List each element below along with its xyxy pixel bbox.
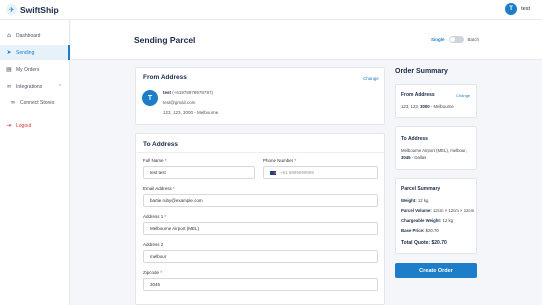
base-price-line: Base Price: $20.70 [401, 228, 439, 233]
avatar[interactable]: T [505, 3, 518, 15]
to-address-title: To Address [143, 141, 179, 148]
total-quote-line: Total Quote: $20.70 [401, 240, 447, 246]
sender-phone: (+61978978978797) [172, 90, 213, 95]
sender-address: 123, 123, 3000 - Melbourne [163, 110, 219, 115]
create-order-button[interactable]: Create Order [395, 263, 477, 278]
link-icon: ∞ [10, 98, 16, 106]
sender-name: test [163, 90, 172, 95]
sidebar-item-sending[interactable]: ➤ Sending [0, 45, 70, 60]
sidebar-item-logout[interactable]: ⇥ Logout [0, 118, 70, 133]
total-value: $20.70 [431, 240, 447, 246]
phone-label: Phone Number * [263, 158, 296, 163]
from-address-title: From Address [143, 74, 187, 81]
sender-avatar: T [142, 90, 158, 106]
sidebar-item-my-orders[interactable]: ▤ My Orders [0, 62, 70, 77]
label-text: Zipcode [143, 270, 160, 275]
label-text: Full Name [143, 158, 164, 163]
sidebar-item-label: My Orders [16, 66, 40, 73]
phone-placeholder: +61 9999999999 [280, 170, 314, 175]
chargeable-value: 12 kg [442, 218, 453, 223]
phone-input[interactable]: +61 9999999999 [263, 166, 378, 179]
flag-icon[interactable] [270, 170, 276, 175]
toggle-knob [449, 37, 455, 42]
zipcode-label: Zipcode * [143, 270, 162, 275]
sidebar-item-label: Sending [16, 49, 35, 56]
link-icon: ∞ [6, 82, 12, 90]
summary-from-change-link[interactable]: Change [456, 93, 470, 98]
sidebar: ⌂ Dashboard ➤ Sending ▤ My Orders ∞ Inte… [0, 20, 70, 305]
parcel-summary-title: Parcel Summary [401, 186, 441, 192]
volume-label: Parcel Volume: [401, 208, 432, 213]
address1-label: Address 1 * [143, 214, 166, 219]
toggle-label-single[interactable]: Single [431, 37, 445, 42]
sidebar-item-label: Integrations [16, 83, 43, 90]
sidebar-item-label: Connect Stores [20, 99, 55, 106]
required-mark: * [160, 270, 163, 275]
from-address-change-link[interactable]: Change [363, 76, 379, 81]
summary-to-line2: 3045 - Dallas [401, 155, 426, 160]
summary-from-card [395, 84, 477, 118]
weight-line: Weight: 12 kg [401, 198, 428, 203]
to-suffix: - Dallas [410, 155, 427, 160]
full-name-input[interactable]: test test [143, 166, 255, 179]
summary-from-address: 123, 123, 3000 - Melbourne [401, 104, 454, 109]
addr-prefix: 123, 123, [401, 104, 421, 109]
toggle-label-batch[interactable]: Batch [468, 37, 480, 42]
required-mark: * [294, 158, 297, 163]
user-menu[interactable]: T test [505, 3, 530, 15]
home-icon: ⌂ [7, 31, 11, 39]
page-title: Sending Parcel [134, 35, 196, 45]
summary-to-title: To Address [401, 136, 428, 142]
address2-label: Address 2 [143, 242, 164, 247]
chevron-up-icon: ⌃ [57, 83, 62, 90]
mode-toggle[interactable] [448, 36, 464, 43]
send-icon: ➤ [6, 48, 12, 56]
app-logo[interactable]: ✈ SwiftShip [6, 4, 59, 15]
volume-line: Parcel Volume: 12cm × 12cm × 12cm [401, 208, 474, 213]
user-name: test [521, 6, 530, 12]
email-label: Email Address * [143, 186, 175, 191]
weight-label: Weight: [401, 198, 417, 203]
sidebar-item-label: Dashboard [16, 32, 41, 39]
chargeable-label: Chargeable Weight: [401, 218, 442, 223]
zipcode-input[interactable]: 3045 [143, 278, 378, 291]
base-price-value: $20.70 [425, 228, 439, 233]
label-text: Email Address [143, 186, 172, 191]
sidebar-item-integrations[interactable]: ∞ Integrations ⌃ [0, 79, 70, 94]
email-input[interactable]: bartie.ruby@example.com [143, 194, 378, 207]
summary-from-title: From Address [401, 92, 435, 98]
addr-zip: 3000 [420, 104, 430, 109]
address1-input[interactable]: Melbourne Airport (MEL) [143, 222, 378, 235]
summary-to-line1: Melbourne Airport (MEL), melbour, [401, 148, 467, 153]
logout-icon: ⇥ [6, 121, 12, 129]
sidebar-item-dashboard[interactable]: ⌂ Dashboard [0, 28, 70, 43]
to-zip: 3045 [401, 155, 411, 160]
required-mark: * [173, 186, 175, 191]
plane-icon: ✈ [6, 4, 17, 15]
label-text: Phone Number [263, 158, 294, 163]
top-bar: ✈ SwiftShip T test [0, 0, 542, 20]
base-price-label: Base Price: [401, 228, 425, 233]
sender-email: test@gmail.com [163, 100, 196, 105]
orders-icon: ▤ [6, 65, 12, 73]
total-label: Total Quote: [401, 240, 431, 246]
sender-name-line: test (+61978978978797) [163, 90, 213, 95]
chargeable-line: Chargeable Weight: 12 kg [401, 218, 453, 223]
weight-value: 12 kg [417, 198, 429, 203]
mode-toggle-group: Single Batch [431, 36, 479, 43]
page-header: Sending Parcel Single Batch [71, 20, 542, 60]
sidebar-item-connect-stores[interactable]: ∞ Connect Stores [0, 95, 70, 110]
volume-value: 12cm × 12cm × 12cm [432, 208, 475, 213]
full-name-label: Full Name * [143, 158, 167, 163]
required-mark: * [164, 158, 167, 163]
required-mark: * [164, 214, 167, 219]
address2-input[interactable]: melbour [143, 250, 378, 263]
order-summary-title: Order Summary [395, 68, 448, 75]
label-text: Address 1 [143, 214, 164, 219]
addr-suffix: - Melbourne [429, 104, 454, 109]
divider [136, 152, 384, 153]
app-name: SwiftShip [20, 4, 59, 15]
sidebar-item-label: Logout [16, 122, 32, 129]
